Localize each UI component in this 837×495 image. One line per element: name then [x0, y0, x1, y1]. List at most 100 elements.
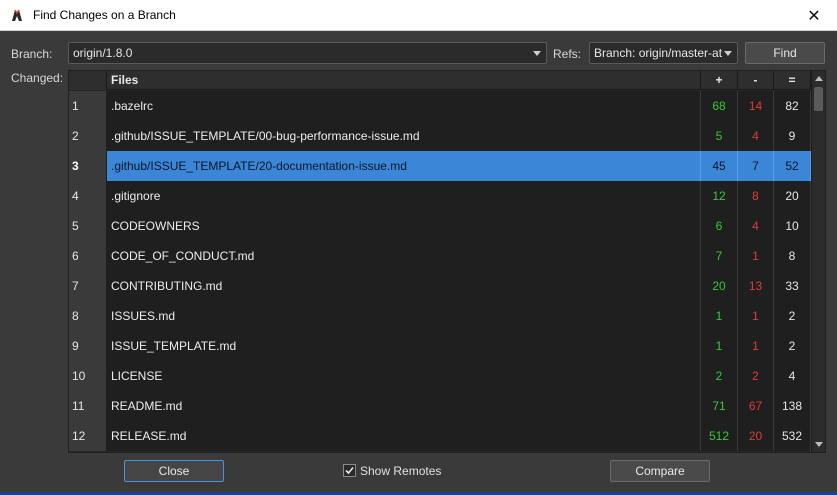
added-count-cell: 5: [701, 121, 738, 151]
chevron-down-icon: [533, 51, 541, 56]
window-title: Find Changes on a Branch: [33, 8, 176, 22]
table-row[interactable]: 5 CODEOWNERS 6 4 10: [69, 211, 811, 241]
removed-count-cell: 4: [738, 121, 774, 151]
table-row[interactable]: 9 ISSUE_TEMPLATE.md 1 1 2: [69, 331, 811, 361]
table-row[interactable]: 8 ISSUES.md 1 1 2: [69, 301, 811, 331]
file-name-cell: ISSUE_TEMPLATE.md: [107, 331, 701, 361]
added-count-cell: 512: [701, 421, 738, 451]
header-corner: [69, 71, 107, 90]
removed-count-cell: 1: [738, 301, 774, 331]
file-name-cell: .github/ISSUE_TEMPLATE/00-bug-performanc…: [107, 121, 701, 151]
added-count-cell: 1: [701, 331, 738, 361]
total-count-cell: 532: [774, 421, 811, 451]
file-name-cell: CODEOWNERS: [107, 211, 701, 241]
checkmark-icon: [345, 466, 354, 475]
added-count-cell: 6: [701, 211, 738, 241]
total-count-cell: 9: [774, 121, 811, 151]
branch-label: Branch:: [11, 47, 53, 61]
title-bar: Find Changes on a Branch ✕: [0, 0, 837, 31]
row-number: 5: [69, 211, 107, 241]
table-row[interactable]: 11 README.md 71 67 138: [69, 391, 811, 421]
removed-count-cell: 1: [738, 331, 774, 361]
compare-button[interactable]: Compare: [610, 460, 710, 482]
row-number: 3: [69, 151, 107, 181]
branch-select-value: origin/1.8.0: [73, 46, 133, 60]
row-number: 7: [69, 271, 107, 301]
table-row[interactable]: 7 CONTRIBUTING.md 20 13 33: [69, 271, 811, 301]
show-remotes-checkbox[interactable]: [343, 464, 356, 477]
removed-count-cell: 67: [738, 391, 774, 421]
removed-count-cell: 7: [738, 151, 774, 181]
file-name-cell: CODE_OF_CONDUCT.md: [107, 241, 701, 271]
row-number: 10: [69, 361, 107, 391]
row-number: 11: [69, 391, 107, 421]
table-row[interactable]: 6 CODE_OF_CONDUCT.md 7 1 8: [69, 241, 811, 271]
removed-count-cell: 2: [738, 361, 774, 391]
added-count-cell: 68: [701, 91, 738, 121]
total-count-cell: 8: [774, 241, 811, 271]
total-count-cell: 2: [774, 331, 811, 361]
find-button[interactable]: Find: [745, 42, 825, 64]
scroll-down-icon[interactable]: [815, 442, 823, 447]
added-count-cell: 71: [701, 391, 738, 421]
table-row[interactable]: 3 .github/ISSUE_TEMPLATE/20-documentation…: [69, 151, 811, 181]
close-window-icon[interactable]: ✕: [791, 0, 837, 31]
total-count-cell: 138: [774, 391, 811, 421]
row-number: 1: [69, 91, 107, 121]
added-count-cell: 20: [701, 271, 738, 301]
close-button-label: Close: [158, 464, 190, 478]
file-name-cell: .github/ISSUE_TEMPLATE/20-documentation-…: [107, 151, 701, 181]
file-name-cell: RELEASE.md: [107, 421, 701, 451]
column-header-eq[interactable]: =: [774, 71, 811, 90]
file-name-cell: CONTRIBUTING.md: [107, 271, 701, 301]
total-count-cell: 82: [774, 91, 811, 121]
removed-count-cell: 1: [738, 241, 774, 271]
table-row[interactable]: 1 .bazelrc 68 14 82: [69, 91, 811, 121]
total-count-cell: 2: [774, 301, 811, 331]
row-number: 2: [69, 121, 107, 151]
removed-count-cell: 13: [738, 271, 774, 301]
scroll-up-icon[interactable]: [815, 76, 823, 81]
column-header-minus[interactable]: -: [738, 71, 774, 90]
branch-select[interactable]: origin/1.8.0: [68, 42, 547, 64]
column-header-files[interactable]: Files: [107, 71, 701, 90]
added-count-cell: 45: [701, 151, 738, 181]
removed-count-cell: 8: [738, 181, 774, 211]
table-row[interactable]: 2 .github/ISSUE_TEMPLATE/00-bug-performan…: [69, 121, 811, 151]
show-remotes-label[interactable]: Show Remotes: [360, 464, 441, 478]
total-count-cell: 10: [774, 211, 811, 241]
row-number: 6: [69, 241, 107, 271]
total-count-cell: 20: [774, 181, 811, 211]
table-row[interactable]: 12 RELEASE.md 512 20 532: [69, 421, 811, 451]
added-count-cell: 12: [701, 181, 738, 211]
total-count-cell: 33: [774, 271, 811, 301]
added-count-cell: 7: [701, 241, 738, 271]
row-number: 9: [69, 331, 107, 361]
row-number: 12: [69, 421, 107, 451]
total-count-cell: 4: [774, 361, 811, 391]
row-number: 4: [69, 181, 107, 211]
table-header: Files + - =: [69, 71, 811, 90]
refs-label: Refs:: [553, 47, 582, 61]
added-count-cell: 1: [701, 301, 738, 331]
table-row[interactable]: 4 .gitignore 12 8 20: [69, 181, 811, 211]
changed-files-table: Files + - = 1 .bazelrc 68 14 82 2 .github/ISSU…: [68, 70, 826, 453]
removed-count-cell: 4: [738, 211, 774, 241]
removed-count-cell: 14: [738, 91, 774, 121]
column-header-plus[interactable]: +: [701, 71, 738, 90]
scrollbar-thumb[interactable]: [814, 87, 823, 111]
refs-select-value: Branch: origin/master-at-a: [594, 46, 722, 60]
table-body: 1 .bazelrc 68 14 82 2 .github/ISSUE_TEMPLATE/0…: [69, 91, 811, 451]
removed-count-cell: 20: [738, 421, 774, 451]
close-button[interactable]: Close: [124, 460, 224, 482]
app-icon: [9, 7, 25, 23]
total-count-cell: 52: [774, 151, 811, 181]
table-row[interactable]: 10 LICENSE 2 2 4: [69, 361, 811, 391]
chevron-down-icon: [724, 51, 732, 56]
vertical-scrollbar[interactable]: [811, 71, 825, 452]
file-name-cell: .bazelrc: [107, 91, 701, 121]
file-name-cell: LICENSE: [107, 361, 701, 391]
refs-select[interactable]: Branch: origin/master-at-a: [589, 42, 738, 64]
added-count-cell: 2: [701, 361, 738, 391]
file-name-cell: ISSUES.md: [107, 301, 701, 331]
